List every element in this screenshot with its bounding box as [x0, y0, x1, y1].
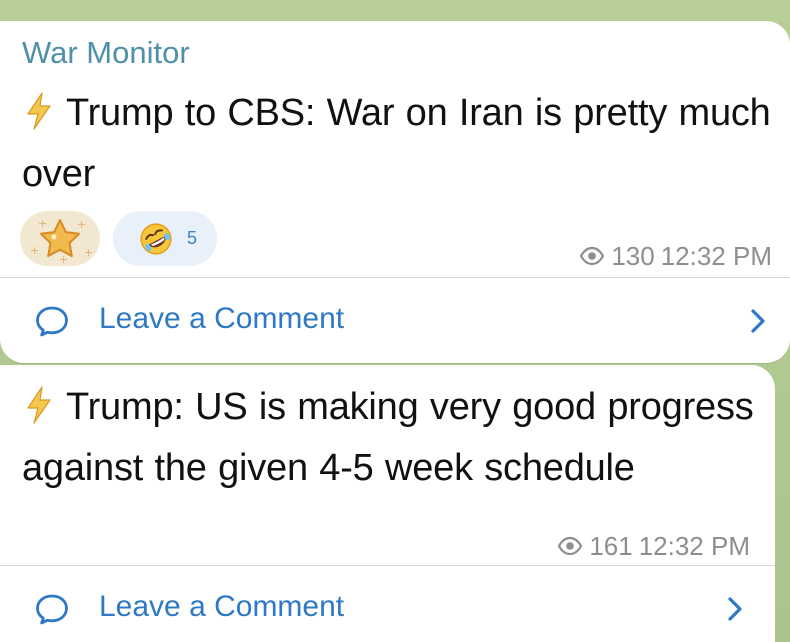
post-metadata: 130 12:32 PM — [579, 241, 772, 271]
channel-post[interactable]: Trump: US is making very good progress a… — [0, 365, 775, 642]
leave-comment-label[interactable]: Leave a Comment — [99, 300, 344, 338]
chevron-right-icon[interactable] — [726, 595, 744, 623]
reaction-count: 5 — [187, 228, 198, 248]
reaction-star-button[interactable]: + + + + + — [20, 211, 100, 266]
eye-icon — [580, 246, 605, 266]
chevron-right-icon[interactable] — [749, 307, 767, 335]
sparkle-icon: + — [59, 253, 69, 266]
post-message-text: Trump to CBS: War on Iran is pretty much… — [22, 92, 771, 195]
post-time: 12:32 PM — [638, 531, 750, 561]
laughing-face-icon — [140, 223, 172, 255]
comment-bubble-icon — [36, 594, 68, 625]
channel-name[interactable]: War Monitor — [22, 33, 190, 73]
lightning-bolt-icon — [27, 386, 51, 424]
post-message-text: Trump: US is making very good progress a… — [22, 386, 754, 489]
eye-icon — [558, 536, 583, 556]
reaction-laugh-button[interactable]: 5 — [113, 211, 217, 266]
leave-comment-button[interactable]: Leave a Comment — [0, 285, 790, 353]
lightning-bolt-icon — [27, 92, 51, 130]
channel-post[interactable]: War Monitor Trump to CBS: War on Iran is… — [0, 21, 790, 363]
leave-comment-label[interactable]: Leave a Comment — [99, 588, 344, 626]
post-message: Trump to CBS: War on Iran is pretty much… — [22, 83, 782, 205]
post-metadata: 161 12:32 PM — [557, 531, 750, 561]
post-message: Trump: US is making very good progress a… — [22, 377, 762, 499]
view-count: 130 — [611, 241, 655, 271]
sparkle-icon: + — [84, 246, 94, 259]
view-count: 161 — [589, 531, 633, 561]
sparkle-icon: + — [30, 244, 40, 257]
comment-divider — [0, 565, 775, 566]
post-time: 12:32 PM — [660, 241, 772, 271]
comment-bubble-icon — [36, 306, 68, 337]
leave-comment-button[interactable]: Leave a Comment — [0, 573, 775, 641]
sparkle-icon: + — [38, 217, 48, 230]
comment-divider — [0, 277, 790, 278]
sparkle-icon: + — [77, 218, 87, 231]
